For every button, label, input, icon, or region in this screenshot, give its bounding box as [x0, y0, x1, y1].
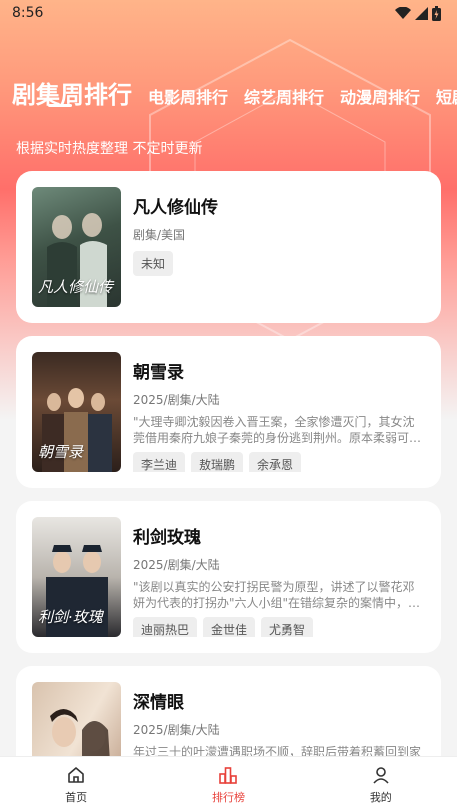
item-tags: 未知: [133, 251, 425, 276]
item-tags: 迪丽热巴 金世佳 尤勇智: [133, 617, 425, 637]
battery-icon: [432, 5, 441, 21]
wifi-icon: [395, 6, 411, 19]
item-meta: 2025/剧集/大陆: [133, 723, 220, 737]
item-meta: 剧集/美国: [133, 228, 186, 242]
status-time: 8:56: [12, 5, 44, 21]
item-description: "该剧以真实的公安打拐民警为原型，讲述了以警花邓妍为代表的打拐办"六人小组"在错…: [133, 580, 421, 610]
tab-movie-weekly[interactable]: 电影周排行: [148, 84, 228, 114]
item-description: "大理寺卿沈毅因卷入晋王案，全家惨遭灭门，其女沈莞借用秦府九娘子秦莞的身份逃到荆…: [133, 415, 422, 445]
cast-tag: 金世佳: [203, 617, 256, 637]
list-item[interactable]: 凡人修仙传 凡人修仙传 剧集/美国 未知: [16, 171, 441, 323]
item-title: 利剑玫瑰: [133, 528, 201, 548]
tab-variety-weekly[interactable]: 综艺周排行: [244, 84, 324, 114]
cast-tag: 李兰迪: [133, 452, 186, 472]
item-title: 朝雪录: [133, 363, 184, 383]
cast-tag: 尤勇智: [261, 617, 314, 637]
cast-tag: 迪丽热巴: [133, 617, 198, 637]
nav-profile[interactable]: 我的: [331, 765, 431, 805]
status-bar: 8:56: [0, 0, 457, 26]
ranking-list: 凡人修仙传 凡人修仙传 剧集/美国 未知 朝雪录 朝雪录 2025/剧集/大陆: [16, 171, 441, 812]
nav-home[interactable]: 首页: [26, 765, 126, 805]
ranking-subtitle: 根据实时热度整理 不定时更新: [16, 141, 203, 157]
item-meta: 2025/剧集/大陆: [133, 558, 220, 572]
item-title: 凡人修仙传: [133, 198, 218, 218]
cast-tag: 未知: [133, 251, 174, 276]
signal-icon: [415, 6, 428, 20]
nav-ranking[interactable]: 排行榜: [178, 765, 278, 805]
bottom-navigation: 首页 排行榜 我的: [0, 756, 457, 812]
poster-image: 凡人修仙传: [32, 187, 121, 307]
item-title: 深情眼: [133, 693, 184, 713]
tab-anime-weekly[interactable]: 动漫周排行: [340, 84, 420, 114]
nav-profile-label: 我的: [369, 790, 392, 804]
item-meta: 2025/剧集/大陆: [133, 393, 220, 407]
nav-ranking-label: 排行榜: [211, 790, 245, 804]
cast-tag: 敖瑞鹏: [191, 452, 244, 472]
status-icons: [395, 5, 441, 21]
profile-icon: [373, 766, 389, 784]
tab-series-weekly[interactable]: 剧集周排行: [12, 75, 132, 114]
cast-tag: 余承恩: [249, 452, 302, 472]
poster-title: 凡人修仙传: [38, 278, 114, 296]
poster-title: 利剑·玫瑰: [38, 608, 103, 626]
list-item[interactable]: 朝雪录 朝雪录 2025/剧集/大陆 "大理寺卿沈毅因卷入晋王案，全家惨遭灭门，…: [16, 336, 441, 488]
ranking-icon: [219, 766, 238, 784]
nav-home-label: 首页: [65, 790, 88, 804]
list-item[interactable]: 利剑·玫瑰 利剑玫瑰 2025/剧集/大陆 "该剧以真实的公安打拐民警为原型，讲…: [16, 501, 441, 653]
poster-image: 朝雪录: [32, 352, 121, 472]
item-tags: 李兰迪 敖瑞鹏 余承恩: [133, 452, 425, 472]
poster-title: 朝雪录: [38, 443, 84, 461]
poster-image: 利剑·玫瑰: [32, 517, 121, 637]
home-icon: [68, 766, 84, 783]
category-tabs: 剧集周排行 电影周排行 综艺周排行 动漫周排行 短剧: [12, 64, 457, 114]
active-tab-indicator: [48, 104, 72, 107]
tab-short-drama[interactable]: 短剧: [436, 84, 457, 114]
